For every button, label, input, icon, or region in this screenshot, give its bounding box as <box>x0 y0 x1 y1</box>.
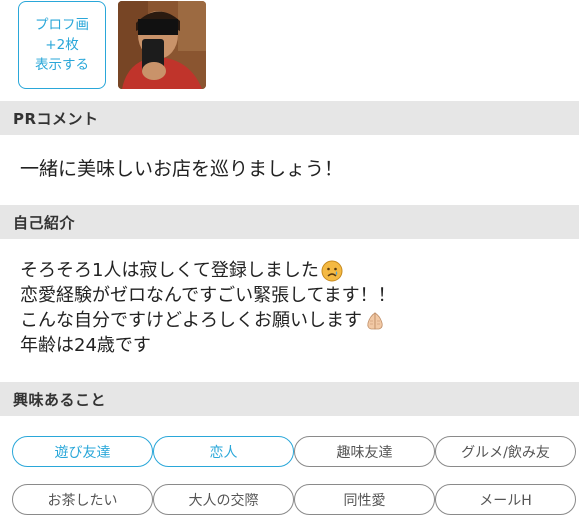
interest-tag-tea[interactable]: お茶したい <box>12 484 153 515</box>
more-photos-line-3: 表示する <box>35 57 89 73</box>
self-intro-text: そろそろ1人は寂しくて登録しました 恋愛経験がゼロなんですごい緊張してます！！ … <box>20 258 396 358</box>
pr-comment-text: 一緒に美味しいお店を巡りましょう！ <box>20 158 344 180</box>
interest-tag-hobby-friends[interactable]: 趣味友達 <box>294 436 435 467</box>
interest-tag-play-friends[interactable]: 遊び友達 <box>12 436 153 467</box>
more-photos-line-1: プロフ画 <box>35 17 89 33</box>
sad-face-emoji-icon <box>321 260 343 281</box>
self-intro-line: 年齢は24歳です <box>20 335 151 356</box>
self-intro-line: こんな自分ですけどよろしくお願いします <box>20 308 396 333</box>
self-intro-line: そろそろ1人は寂しくて登録しました <box>20 258 396 283</box>
profile-photo-image <box>118 1 206 89</box>
more-photos-line-2: +2枚 <box>45 37 79 53</box>
profile-photo[interactable] <box>118 1 206 89</box>
interests-header: 興味あること <box>0 382 579 416</box>
interests-title: 興味あること <box>13 390 107 409</box>
interest-tag-gourmet-drinking[interactable]: グルメ/飲み友 <box>435 436 576 467</box>
interest-tag-mail[interactable]: メールH <box>435 484 576 515</box>
interest-tag-lover[interactable]: 恋人 <box>153 436 294 467</box>
self-intro-line: 恋愛経験がゼロなんですごい緊張してます！！ <box>20 285 396 306</box>
praying-hands-emoji-icon <box>367 311 383 329</box>
self-intro-title: 自己紹介 <box>13 213 76 232</box>
self-intro-header: 自己紹介 <box>0 205 579 239</box>
interest-tag-adult-relationship[interactable]: 大人の交際 <box>153 484 294 515</box>
pr-comment-title: PRコメント <box>13 109 99 128</box>
more-photos-button[interactable]: プロフ画 +2枚 表示する <box>18 1 106 89</box>
interest-tag-same-sex[interactable]: 同性愛 <box>294 484 435 515</box>
pr-comment-header: PRコメント <box>0 101 579 135</box>
